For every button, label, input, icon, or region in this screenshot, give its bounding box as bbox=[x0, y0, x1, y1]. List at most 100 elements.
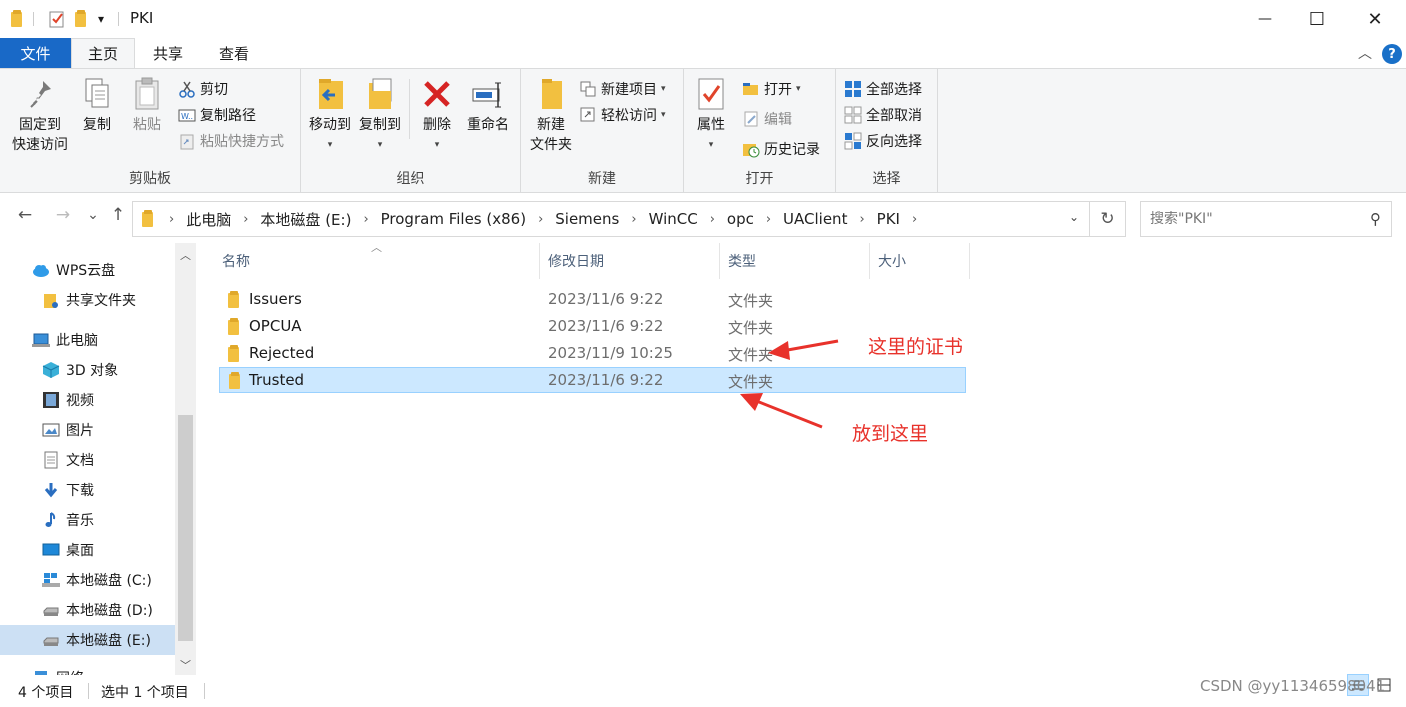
forward-button[interactable]: → bbox=[52, 205, 74, 225]
file-list: ︿ 名称 修改日期 类型 大小 Issuers 2023/11/6 9:22 文… bbox=[196, 241, 1406, 675]
move-to-icon bbox=[313, 75, 347, 113]
easy-access-button[interactable]: 轻松访问 ▾ bbox=[579, 103, 666, 127]
quick-access-dropdown-icon[interactable]: ▾ bbox=[98, 8, 104, 30]
file-row-opcua[interactable]: OPCUA 2023/11/6 9:22 文件夹 bbox=[219, 314, 966, 340]
breadcrumb-wincc[interactable]: WinCC bbox=[649, 210, 698, 228]
refresh-button[interactable]: ↻ bbox=[1090, 201, 1126, 237]
close-button[interactable]: ✕ bbox=[1350, 0, 1400, 38]
back-button[interactable]: ← bbox=[14, 205, 36, 225]
tab-file[interactable]: 文件 bbox=[0, 38, 71, 68]
pin-quick-access-button[interactable]: 固定到 快速访问 bbox=[6, 75, 74, 155]
rename-button[interactable]: 重命名 bbox=[463, 75, 513, 135]
history-button[interactable]: 历史记录 bbox=[742, 137, 820, 161]
file-row-trusted[interactable]: Trusted 2023/11/6 9:22 文件夹 bbox=[219, 367, 966, 393]
invert-selection-icon bbox=[844, 132, 862, 150]
sidebar-item-music[interactable]: 音乐 bbox=[0, 505, 175, 535]
sidebar-item-shared-folder[interactable]: 共享文件夹 bbox=[0, 285, 175, 315]
maximize-button[interactable]: ☐ bbox=[1292, 0, 1342, 38]
select-all-button[interactable]: 全部选择 bbox=[844, 77, 922, 101]
sidebar-item-pictures[interactable]: 图片 bbox=[0, 415, 175, 445]
delete-button[interactable]: 删除 ▾ bbox=[415, 75, 459, 155]
breadcrumb-uaclient[interactable]: UAClient bbox=[783, 210, 847, 228]
file-type: 文件夹 bbox=[728, 319, 774, 337]
file-date: 2023/11/6 9:22 bbox=[548, 371, 664, 389]
scroll-thumb[interactable] bbox=[178, 415, 193, 641]
properties-button[interactable]: 属性 ▾ bbox=[690, 75, 732, 155]
open-label: 打开 bbox=[764, 82, 792, 98]
column-header-date[interactable]: 修改日期 bbox=[540, 243, 720, 279]
sidebar-item-network[interactable]: 网络 bbox=[0, 663, 175, 675]
sidebar-item-drive-d[interactable]: 本地磁盘 (D:) bbox=[0, 595, 175, 625]
tab-home[interactable]: 主页 bbox=[71, 38, 135, 68]
up-button[interactable]: ↑ bbox=[107, 205, 129, 225]
sidebar-item-label: 3D 对象 bbox=[66, 363, 119, 379]
navigation-scrollbar[interactable]: ︿ ﹀ bbox=[175, 243, 196, 675]
collapse-ribbon-icon[interactable]: ︿ bbox=[1358, 43, 1372, 63]
scroll-down-icon[interactable]: ﹀ bbox=[175, 657, 196, 673]
sidebar-item-desktop[interactable]: 桌面 bbox=[0, 535, 175, 565]
new-item-button[interactable]: 新建项目 ▾ bbox=[579, 77, 666, 101]
invert-selection-button[interactable]: 反向选择 bbox=[844, 129, 922, 153]
breadcrumb-drive-e[interactable]: 本地磁盘 (E:) bbox=[260, 209, 351, 230]
breadcrumb-opc[interactable]: opc bbox=[727, 210, 754, 228]
paste-button[interactable]: 粘贴 bbox=[126, 75, 168, 135]
paste-icon bbox=[130, 75, 164, 113]
new-folder-label-1: 新建 bbox=[537, 117, 565, 133]
sidebar-item-videos[interactable]: 视频 bbox=[0, 385, 175, 415]
edit-label: 编辑 bbox=[764, 112, 792, 128]
tab-view[interactable]: 查看 bbox=[201, 38, 267, 68]
new-item-label: 新建项目 bbox=[601, 82, 657, 98]
properties-quick-access-icon[interactable] bbox=[48, 8, 66, 30]
file-row-issuers[interactable]: Issuers 2023/11/6 9:22 文件夹 bbox=[219, 287, 966, 313]
sidebar-item-wps-cloud[interactable]: WPS云盘 bbox=[0, 255, 175, 285]
sidebar-item-drive-c[interactable]: 本地磁盘 (C:) bbox=[0, 565, 175, 595]
file-row-rejected[interactable]: Rejected 2023/11/9 10:25 文件夹 bbox=[219, 341, 966, 367]
new-group-label: 新建 bbox=[588, 171, 616, 187]
scroll-up-icon[interactable]: ︿ bbox=[175, 247, 196, 263]
search-box[interactable]: ⚲ bbox=[1140, 201, 1392, 237]
sidebar-item-documents[interactable]: 文档 bbox=[0, 445, 175, 475]
new-folder-button[interactable]: 新建 文件夹 bbox=[525, 75, 577, 155]
open-button[interactable]: 打开 ▾ bbox=[742, 77, 801, 101]
copy-button[interactable]: 复制 bbox=[76, 75, 118, 135]
column-header-name[interactable]: 名称 bbox=[214, 243, 540, 279]
column-header-type[interactable]: 类型 bbox=[720, 243, 870, 279]
sidebar-item-label: 本地磁盘 (C:) bbox=[66, 573, 152, 589]
ribbon: 固定到 快速访问 复制 粘贴 剪切 W.. 复制路径 粘贴快捷方式 剪贴板 移动… bbox=[0, 68, 1406, 193]
search-input[interactable] bbox=[1150, 211, 1360, 227]
cut-button[interactable]: 剪切 bbox=[178, 77, 228, 101]
copy-path-button[interactable]: W.. 复制路径 bbox=[178, 103, 256, 127]
sidebar-item-label: 下载 bbox=[66, 483, 94, 499]
sidebar-item-downloads[interactable]: 下载 bbox=[0, 475, 175, 505]
sidebar-item-label: 本地磁盘 (D:) bbox=[66, 603, 153, 619]
recent-locations-button[interactable]: ⌄ bbox=[82, 207, 104, 223]
divider bbox=[33, 12, 34, 26]
paste-shortcut-label: 粘贴快捷方式 bbox=[200, 134, 284, 150]
divider bbox=[118, 12, 119, 26]
move-to-label: 移动到 bbox=[309, 117, 351, 133]
sidebar-item-3d-objects[interactable]: 3D 对象 bbox=[0, 355, 175, 385]
properties-icon bbox=[694, 75, 728, 113]
divider bbox=[409, 79, 410, 139]
paste-shortcut-button[interactable]: 粘贴快捷方式 bbox=[178, 129, 284, 153]
address-bar[interactable]: › 此电脑 › 本地磁盘 (E:) › Program Files (x86) › S… bbox=[132, 201, 1090, 237]
column-header-size[interactable]: 大小 bbox=[870, 243, 970, 279]
tab-share[interactable]: 共享 bbox=[135, 38, 201, 68]
select-none-button[interactable]: 全部取消 bbox=[844, 103, 922, 127]
breadcrumb-program-files[interactable]: Program Files (x86) bbox=[381, 210, 526, 228]
breadcrumb-siemens[interactable]: Siemens bbox=[555, 210, 619, 228]
minimize-button[interactable]: — bbox=[1240, 0, 1290, 38]
open-icon bbox=[742, 80, 760, 98]
new-folder-quick-access-icon[interactable] bbox=[74, 8, 88, 30]
move-to-button[interactable]: 移动到 ▾ bbox=[305, 75, 355, 155]
windows-drive-icon bbox=[42, 571, 60, 589]
copy-to-button[interactable]: 复制到 ▾ bbox=[355, 75, 405, 155]
address-dropdown-icon[interactable]: ⌄ bbox=[1069, 210, 1079, 224]
breadcrumb-pki[interactable]: PKI bbox=[877, 210, 900, 228]
status-bar: 4 个项目 选中 1 个项目 bbox=[0, 675, 1406, 707]
sidebar-item-this-pc[interactable]: 此电脑 bbox=[0, 325, 175, 355]
edit-button[interactable]: 编辑 bbox=[742, 107, 792, 131]
sidebar-item-drive-e[interactable]: 本地磁盘 (E:) bbox=[0, 625, 175, 655]
breadcrumb-this-pc[interactable]: 此电脑 bbox=[186, 209, 231, 230]
help-icon[interactable]: ? bbox=[1382, 44, 1402, 64]
